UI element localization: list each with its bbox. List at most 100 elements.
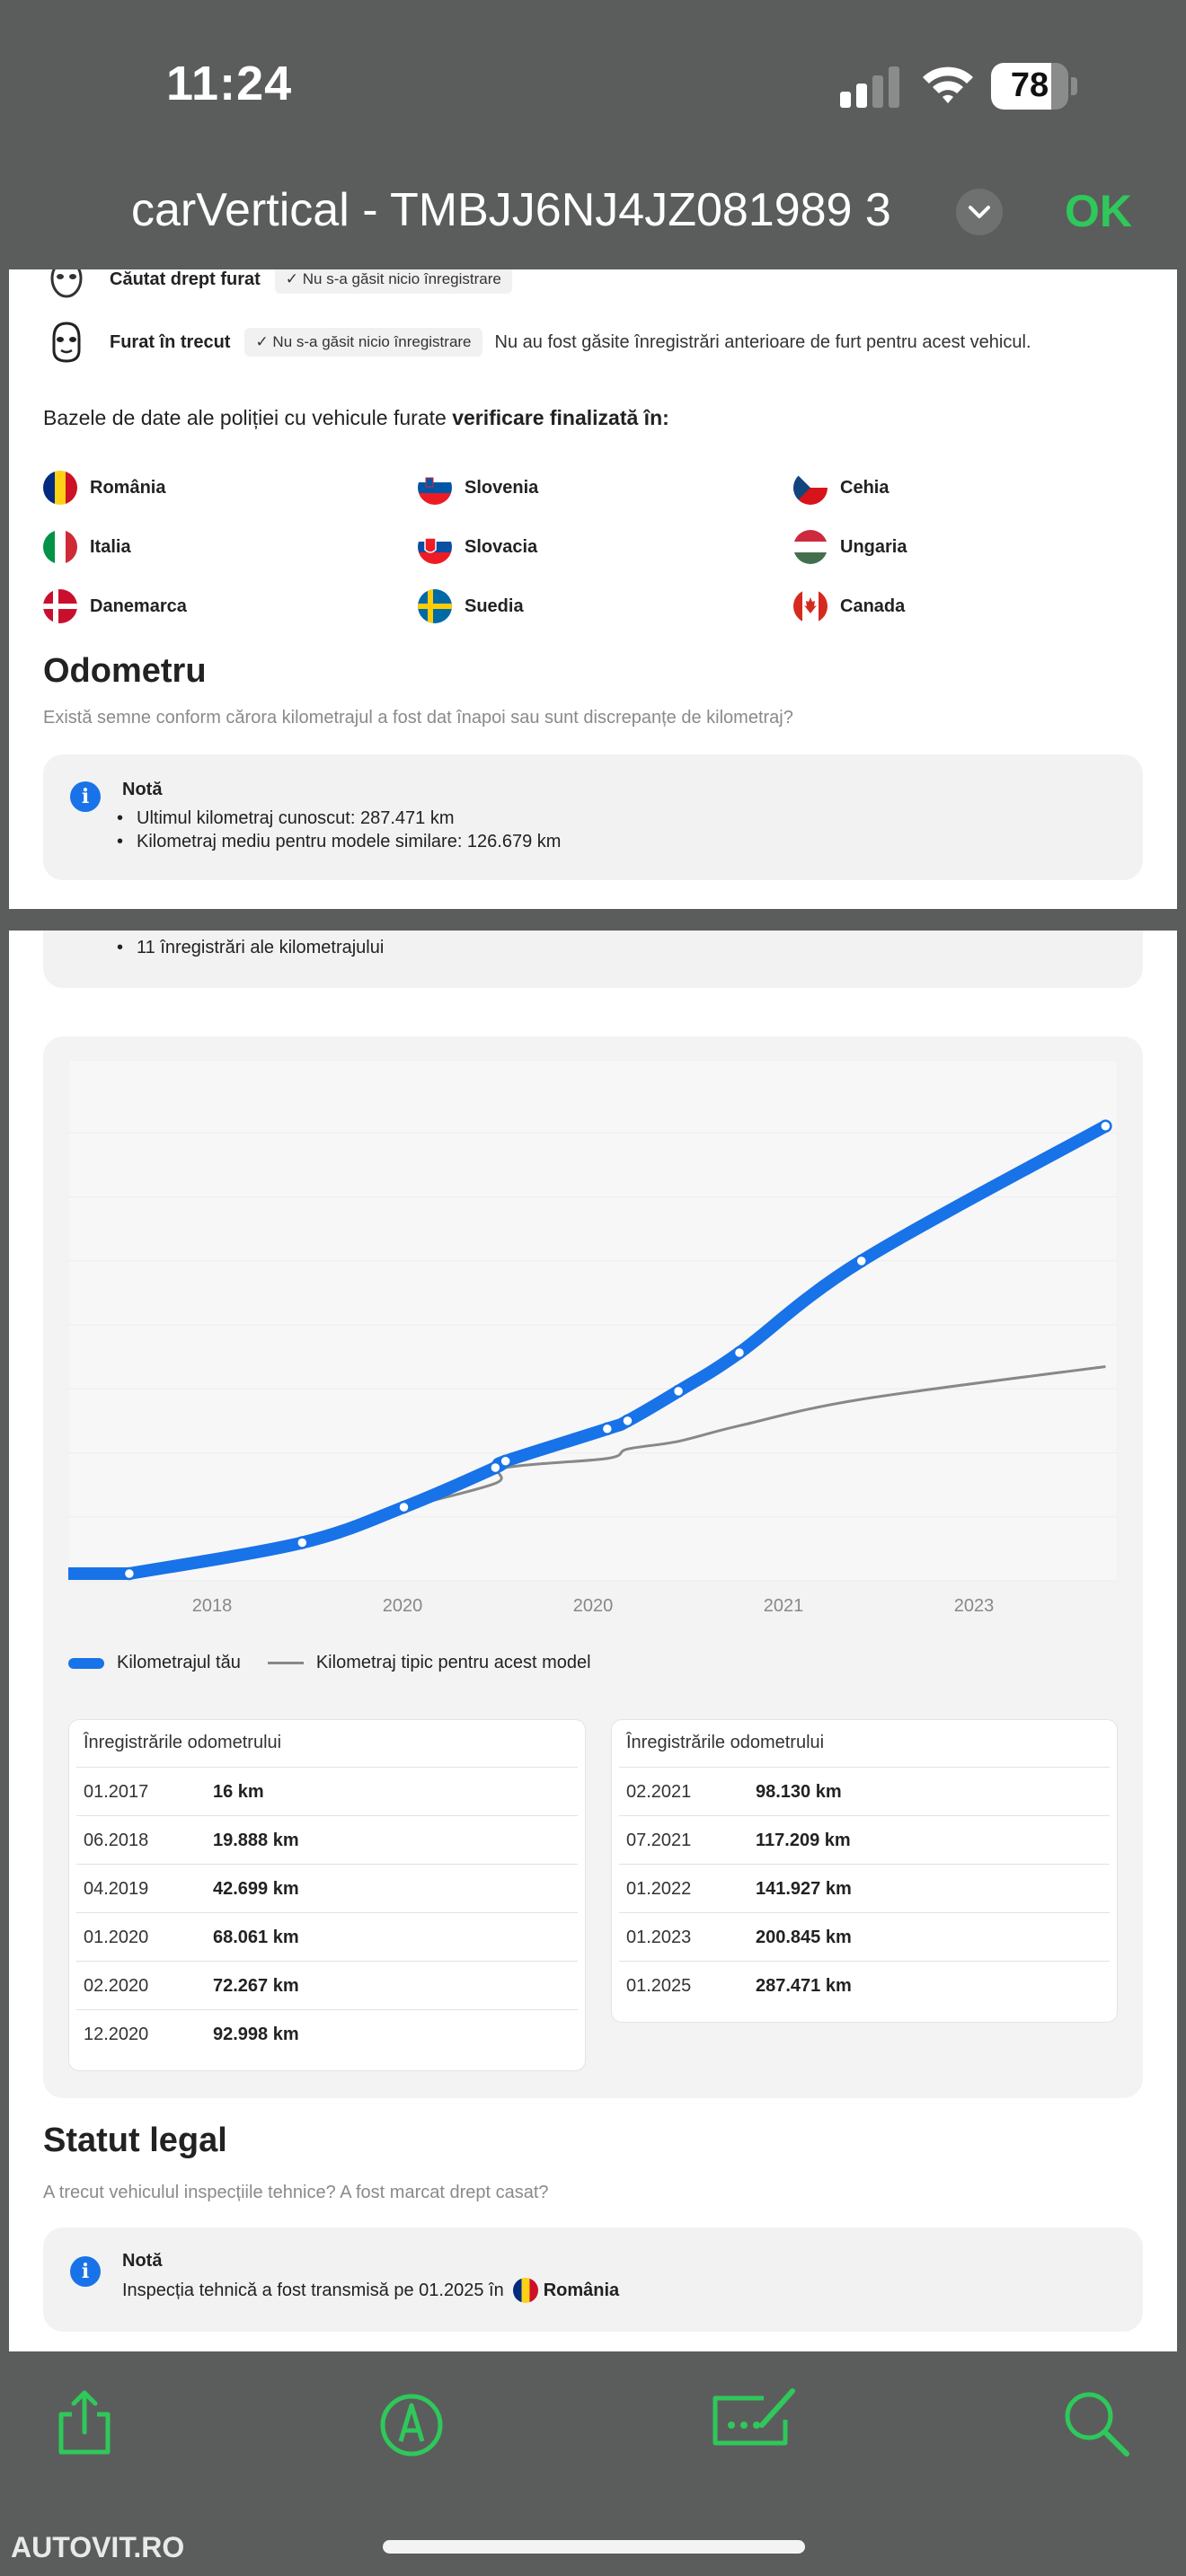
x-tick-label: 2018	[192, 1596, 233, 1616]
canada-flag-icon	[793, 589, 828, 623]
odometer-chart-card: 2018 2020 2020 2021 2023 Kilometrajul tău Ki…	[43, 1037, 1143, 2098]
data-point-yours[interactable]	[600, 1422, 615, 1436]
odometer-note: i Notă Ultimul kilometraj cunoscut: 287.…	[43, 754, 1143, 880]
record-date: 01.2022	[626, 1879, 692, 1899]
record-date: 01.2017	[84, 1782, 149, 1802]
data-point-yours[interactable]	[499, 1454, 512, 1468]
record-date: 01.2020	[84, 1928, 149, 1947]
table-row: 12.2020 92.998 km	[76, 2009, 578, 2058]
denmark-flag-icon	[43, 589, 77, 623]
thief-mask-icon	[52, 322, 81, 363]
wanted-stolen-status: Nu s-a găsit nicio înregistrare	[274, 269, 512, 294]
country-canada: Canada	[793, 589, 905, 623]
odometer-note-continued: 11 înregistrări ale kilometrajului	[43, 931, 1143, 988]
cellular-signal-icon	[840, 66, 899, 108]
info-icon: i	[70, 2256, 101, 2287]
romania-flag-icon	[43, 471, 77, 505]
country-denmark: Danemarca	[43, 589, 187, 623]
legend-swatch-yours	[68, 1657, 104, 1669]
record-date: 02.2020	[84, 1976, 149, 1996]
legend-swatch-typical	[267, 1662, 304, 1664]
battery-level: 78	[1010, 66, 1049, 104]
fill-and-sign-icon[interactable]	[710, 2384, 800, 2456]
record-km: 68.061 km	[213, 1928, 299, 1947]
stolen-past-label: Furat în trecut	[110, 331, 231, 352]
data-point-yours[interactable]	[1099, 1119, 1112, 1133]
thief-mask-icon	[50, 269, 83, 298]
data-point-yours[interactable]	[671, 1384, 686, 1398]
chart-legend: Kilometrajul tău Kilometraj tipic pentru…	[68, 1653, 591, 1673]
record-km: 200.845 km	[756, 1928, 852, 1947]
stolen-past-status: Nu s-a găsit nicio înregistrare	[244, 328, 482, 357]
chevron-down-icon	[969, 206, 990, 218]
romania-flag-icon	[512, 2278, 538, 2303]
odometer-title: Odometru	[43, 652, 207, 690]
table-row: 02.2020 72.267 km	[76, 1961, 578, 2009]
document-page-1: Căutat drept furat Nu s-a găsit nicio în…	[9, 269, 1177, 909]
legend-typical: Kilometraj tipic pentru acest model	[315, 1653, 591, 1672]
table-row: 01.2017 16 km	[76, 1767, 578, 1815]
note-title: Notă	[122, 2251, 163, 2271]
police-db-text: Bazele de date ale poliției cu vehicule …	[43, 406, 669, 429]
record-date: 04.2019	[84, 1879, 149, 1899]
record-date: 06.2018	[84, 1831, 149, 1850]
country-slovakia: Slovacia	[418, 530, 537, 564]
ok-button[interactable]: OK	[1065, 185, 1132, 237]
x-tick-label: 2023	[954, 1596, 995, 1616]
record-date: 02.2021	[626, 1782, 692, 1802]
table-heading: Înregistrările odometrului	[626, 1733, 825, 1752]
record-km: 16 km	[213, 1782, 264, 1802]
odometer-records-table-left: Înregistrările odometrului 01.2017 16 km 0…	[68, 1719, 586, 2071]
italy-flag-icon	[43, 530, 77, 564]
wifi-icon	[923, 66, 973, 103]
record-date: 01.2025	[626, 1976, 692, 1996]
note-item: 11 înregistrări ale kilometrajului	[117, 938, 384, 958]
markup-icon[interactable]	[376, 2389, 447, 2461]
slovenia-flag-icon	[418, 471, 452, 505]
country-italy: Italia	[43, 530, 131, 564]
home-indicator[interactable]	[383, 2540, 805, 2554]
data-point-yours[interactable]	[854, 1254, 869, 1268]
table-row: 02.2021 98.130 km	[619, 1767, 1110, 1815]
clock: 11:24	[166, 57, 293, 110]
table-heading: Înregistrările odometrului	[84, 1733, 282, 1752]
document-page-2: 11 înregistrări ale kilometrajului 20182…	[9, 931, 1177, 2351]
record-km: 42.699 km	[213, 1879, 299, 1899]
note-item: Kilometraj mediu pentru modele similare:…	[117, 832, 561, 852]
legal-note: i Notă Inspecția tehnică a fost transmis…	[43, 2228, 1143, 2332]
data-point-yours[interactable]	[621, 1414, 634, 1428]
odometer-records-table-right: Înregistrările odometrului 02.2021 98.130…	[611, 1719, 1118, 2023]
legal-status-subtitle: A trecut vehiculul inspecțiile tehnice? …	[43, 2183, 549, 2202]
x-tick-label: 2021	[764, 1596, 804, 1616]
title-menu-button[interactable]	[956, 189, 1003, 235]
hungary-flag-icon	[793, 530, 828, 564]
info-icon: i	[70, 781, 101, 812]
record-date: 12.2020	[84, 2025, 149, 2044]
legal-status-title: Statut legal	[43, 2122, 227, 2159]
data-point-yours[interactable]	[732, 1345, 747, 1360]
data-point-yours[interactable]	[296, 1536, 309, 1549]
data-point-yours[interactable]	[397, 1500, 411, 1514]
chart-plot-area	[68, 1060, 1118, 1582]
search-icon[interactable]	[1060, 2387, 1132, 2459]
wanted-stolen-label: Căutat drept furat	[110, 269, 261, 289]
share-icon[interactable]	[49, 2387, 120, 2459]
data-point-yours[interactable]	[122, 1566, 137, 1581]
country-czechia: Cehia	[793, 471, 889, 505]
odometer-subtitle: Există semne conform cărora kilometrajul…	[43, 708, 793, 728]
note-item: Ultimul kilometraj cunoscut: 287.471 km	[117, 808, 455, 829]
stolen-past-row: Furat în trecut Nu s-a găsit nicio înreg…	[47, 320, 1031, 365]
country-sweden: Suedia	[418, 589, 524, 623]
odometer-chart: 2018 2020 2020 2021 2023	[68, 1060, 1118, 1616]
table-row: 01.2020 68.061 km	[76, 1912, 578, 1961]
battery-icon: 78	[991, 63, 1077, 110]
x-tick-label: 2020	[383, 1596, 423, 1616]
table-row: 01.2023 200.845 km	[619, 1912, 1110, 1961]
x-tick-label: 2020	[573, 1596, 614, 1616]
country-romania: România	[43, 471, 165, 505]
note-title: Notă	[122, 780, 163, 799]
czechia-flag-icon	[793, 471, 828, 505]
country-slovenia: Slovenia	[418, 471, 538, 505]
record-date: 07.2021	[626, 1831, 692, 1850]
data-point-yours[interactable]	[489, 1460, 502, 1475]
